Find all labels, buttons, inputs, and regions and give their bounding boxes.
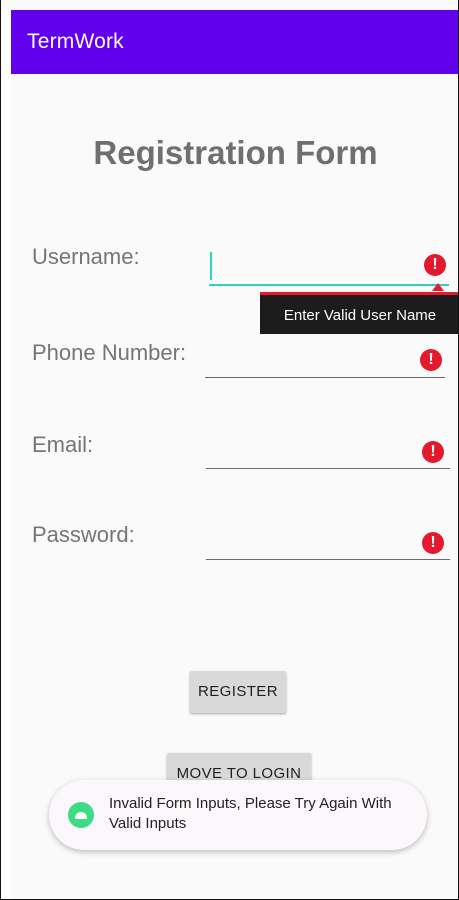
toast-text: Invalid Form Inputs, Please Try Again Wi…: [109, 795, 392, 832]
registration-screen: Registration Form Username: ! Enter Vali…: [11, 74, 458, 899]
page-title: Registration Form: [93, 134, 378, 171]
username-error-tooltip: Enter Valid User Name: [260, 292, 458, 334]
username-label: Username:: [32, 244, 140, 269]
email-input[interactable]: !: [206, 428, 450, 469]
side-strip: [1, 10, 11, 899]
tooltip-caret: [432, 283, 444, 291]
username-input[interactable]: !: [209, 244, 449, 286]
toast-message: Invalid Form Inputs, Please Try Again Wi…: [49, 780, 427, 850]
error-circle-icon: !: [424, 254, 446, 276]
register-button[interactable]: REGISTER: [190, 671, 286, 713]
email-label: Email:: [32, 432, 94, 457]
app-bar: TermWork: [11, 10, 458, 74]
app-screen: TermWork Registration Form Username: ! E…: [0, 0, 459, 900]
error-circle-icon: !: [420, 349, 442, 371]
app-title: TermWork: [27, 30, 124, 53]
phone-number-label: Phone Number:: [32, 340, 187, 365]
android-icon: [68, 802, 94, 828]
password-input[interactable]: !: [206, 519, 450, 560]
error-circle-icon: !: [422, 532, 444, 554]
phone-number-input[interactable]: !: [205, 337, 445, 378]
error-circle-icon: !: [422, 441, 444, 463]
password-label: Password:: [32, 522, 135, 547]
text-cursor: [210, 252, 212, 280]
